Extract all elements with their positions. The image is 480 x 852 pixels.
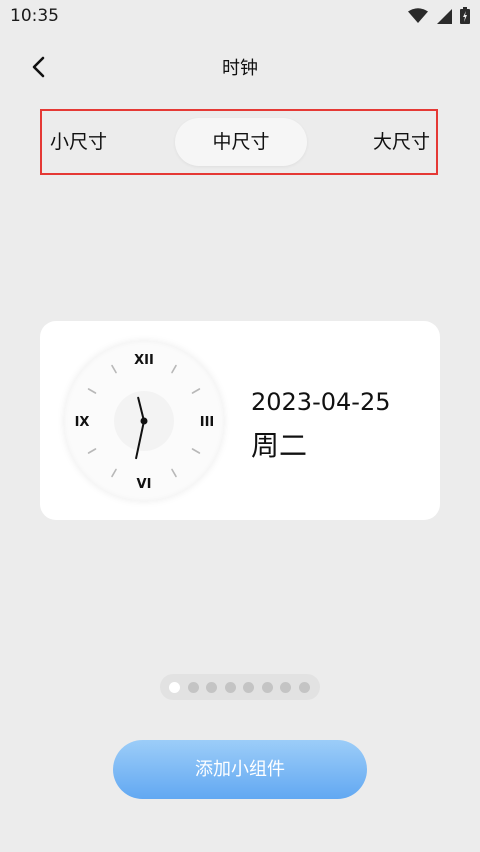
status-time: 10:35 (10, 6, 59, 26)
clock-tick (111, 364, 117, 374)
widget-date: 2023-04-25 (251, 388, 391, 416)
pager-dot (206, 682, 217, 693)
clock-tick (191, 448, 201, 454)
clock-center-pin (140, 417, 148, 425)
size-tabs: 小尺寸 中尺寸 大尺寸 (40, 109, 438, 175)
numeral-iii: III (200, 415, 215, 430)
pager-dot (169, 682, 180, 693)
header: 时钟 (0, 46, 480, 92)
numeral-vi: VI (137, 477, 152, 492)
numeral-ix: IX (75, 415, 90, 430)
battery-icon (460, 7, 470, 28)
analog-clock: XII III VI IX (64, 341, 224, 501)
add-widget-button[interactable]: 添加小组件 (113, 740, 367, 799)
back-button[interactable] (22, 52, 56, 86)
status-icons (408, 7, 470, 28)
pager-dot (280, 682, 291, 693)
pager-dot (298, 682, 310, 693)
numeral-xii: XII (134, 353, 154, 368)
widget-weekday: 周二 (251, 429, 308, 462)
pager-dot (187, 682, 199, 693)
tab-medium-size[interactable]: 中尺寸 (175, 118, 307, 166)
status-bar: 10:35 (0, 0, 480, 34)
clock-tick (111, 468, 117, 478)
clock-tick (87, 388, 97, 394)
pager-dot (261, 682, 273, 693)
tab-small-size[interactable]: 小尺寸 (50, 111, 107, 173)
pager-dot (243, 682, 254, 693)
wifi-icon (408, 7, 428, 28)
clock-tick (87, 448, 97, 454)
chevron-left-icon (31, 56, 47, 82)
clock-tick (171, 468, 177, 478)
tab-large-size[interactable]: 大尺寸 (373, 111, 430, 173)
pager-dot (224, 682, 236, 693)
signal-icon (436, 8, 452, 28)
clock-tick (191, 388, 201, 394)
page-indicator (160, 674, 320, 700)
clock-tick (171, 364, 177, 374)
page-title: 时钟 (222, 58, 258, 79)
